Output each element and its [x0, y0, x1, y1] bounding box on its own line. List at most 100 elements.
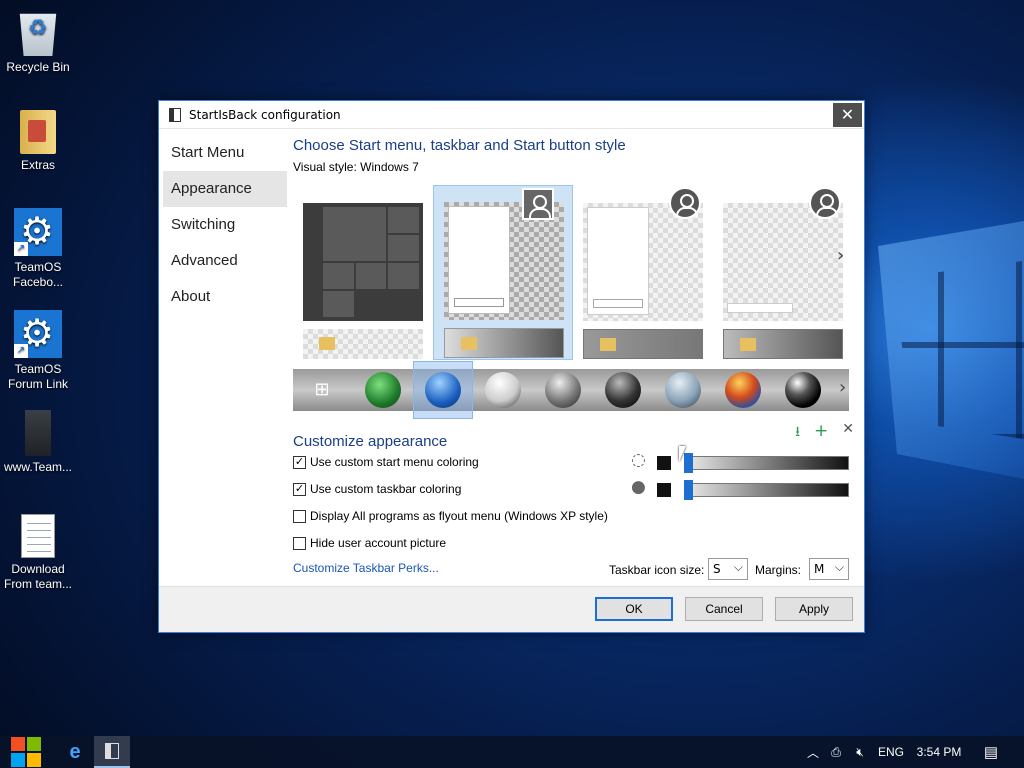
folder-icon: [461, 337, 477, 350]
start-button-option-vista[interactable]: [725, 372, 761, 408]
option-label: Hide user account picture: [310, 536, 447, 550]
start-button-option-black[interactable]: [605, 372, 641, 408]
close-button[interactable]: ✕: [833, 103, 862, 127]
start-button-option-dark[interactable]: [785, 372, 821, 408]
settings-nav: Start Menu Appearance Switching Advanced…: [163, 135, 287, 315]
recycle-bin-icon: [19, 13, 57, 56]
appearance-panel: Choose Start menu, taskbar and Start but…: [293, 137, 854, 580]
clock[interactable]: 3:54 PM: [912, 736, 966, 768]
option-label: Use custom start menu coloring: [310, 455, 479, 469]
desktop-icon-teamos-facebook[interactable]: ⚙ ↗ TeamOS Facebo...: [0, 208, 76, 290]
taskbar-preview: [723, 329, 843, 359]
ok-button[interactable]: OK: [595, 597, 673, 621]
nav-item-appearance[interactable]: Appearance: [163, 171, 287, 207]
droplet-filled-icon: ●: [631, 477, 646, 497]
user-avatar-icon: [522, 188, 554, 220]
internet-explorer-icon[interactable]: e: [60, 736, 90, 768]
taskbar: e ︿ ⎙ 🔇︎ ENG 3:54 PM ▤: [0, 736, 1024, 768]
option-label: Use custom taskbar coloring: [310, 482, 462, 496]
desktop-icon-label: Extras: [20, 158, 55, 172]
checkbox-unchecked[interactable]: [293, 509, 306, 523]
visual-style-label: Visual style:: [293, 160, 357, 174]
option-label: Display All programs as flyout menu (Win…: [310, 509, 608, 523]
checkbox-checked[interactable]: ✓: [293, 482, 306, 496]
start-button-option-white[interactable]: [485, 372, 521, 408]
customize-taskbar-perks-link[interactable]: Customize Taskbar Perks...: [293, 561, 439, 575]
start-menu-preview: [583, 203, 703, 321]
style-option-vista[interactable]: [573, 187, 713, 362]
gear-shortcut-icon: ⚙ ↗: [14, 208, 62, 256]
option-hide-user-picture[interactable]: Hide user account picture: [293, 536, 446, 550]
apply-button[interactable]: Apply: [775, 597, 853, 621]
folder-icon: [740, 338, 756, 351]
desktop-icon-label: www.Team...: [3, 460, 72, 474]
desktop-icon-teamos-forum-link[interactable]: ⚙ ↗ TeamOS Forum Link: [0, 310, 76, 392]
folder-icon: [20, 110, 56, 154]
taskbar-icon-size-select[interactable]: S: [708, 557, 748, 580]
droplet-outline-icon: ◌: [631, 450, 646, 470]
option-custom-start-menu-coloring[interactable]: ✓ Use custom start menu coloring: [293, 455, 479, 469]
dialog-footer: OK Cancel Apply: [159, 586, 864, 632]
section-heading: Choose Start menu, taskbar and Start but…: [293, 137, 626, 154]
folder-icon: [600, 338, 616, 351]
taskbar-opacity-slider[interactable]: [684, 480, 849, 500]
app-icon: [169, 107, 181, 122]
margins-label: Margins:: [755, 563, 802, 577]
nav-item-switching[interactable]: Switching: [163, 207, 287, 243]
add-icon[interactable]: +: [814, 421, 828, 445]
mouse-cursor-icon: [679, 446, 686, 462]
windows-logo-icon: [11, 737, 41, 767]
desktop-icon-www-team[interactable]: www.Team...: [0, 410, 76, 475]
text-document-icon: [21, 514, 55, 558]
start-menu-color-swatch[interactable]: [657, 456, 671, 470]
show-hidden-icons-chevron-icon[interactable]: ︿: [804, 736, 822, 768]
user-avatar-icon: [669, 187, 701, 219]
network-disconnected-icon[interactable]: ⎙: [826, 736, 846, 768]
taskbar-icon-size-label: Taskbar icon size:: [609, 563, 705, 577]
style-option-windows10[interactable]: [293, 187, 433, 362]
remove-icon[interactable]: ✕: [842, 421, 854, 445]
start-button[interactable]: [0, 736, 52, 768]
folder-icon: [319, 337, 335, 350]
taskbar-preview: [303, 329, 423, 359]
style-option-transparent[interactable]: [713, 187, 853, 362]
option-custom-taskbar-coloring[interactable]: ✓ Use custom taskbar coloring: [293, 482, 461, 496]
desktop-icon-label: TeamOS Facebo...: [12, 260, 64, 289]
taskbar-color-swatch[interactable]: [657, 483, 671, 497]
cancel-button[interactable]: Cancel: [685, 597, 763, 621]
taskbar-app-startisback[interactable]: [94, 736, 130, 768]
skin-tools: ⭳ + ✕: [795, 421, 854, 445]
nav-item-advanced[interactable]: Advanced: [163, 243, 287, 279]
visual-style-value: Windows 7: [360, 160, 419, 174]
action-center-icon[interactable]: ▤: [978, 736, 1004, 768]
start-menu-preview: [723, 203, 843, 321]
checkbox-checked[interactable]: ✓: [293, 455, 306, 469]
user-avatar-icon: [809, 187, 841, 219]
slider-thumb[interactable]: [684, 480, 693, 500]
desktop-icon-download[interactable]: Download From team...: [0, 514, 76, 592]
start-button-option-win7[interactable]: [425, 372, 461, 408]
taskbar-preview: [583, 329, 703, 359]
desktop-icon-recycle-bin[interactable]: Recycle Bin: [0, 8, 76, 75]
dialog-titlebar[interactable]: StartIsBack configuration: [159, 101, 864, 129]
desktop-icon-extras[interactable]: Extras: [0, 110, 76, 173]
style-option-windows7[interactable]: [433, 185, 573, 360]
start-menu-preview: [303, 203, 423, 321]
start-menu-opacity-slider[interactable]: [684, 453, 849, 473]
start-button-option-win10[interactable]: ⊞: [307, 375, 337, 405]
visual-style-row: Visual style: Windows 7: [293, 160, 854, 174]
input-language[interactable]: ENG: [874, 736, 908, 768]
checkbox-unchecked[interactable]: [293, 536, 306, 550]
customize-heading: Customize appearance: [293, 433, 448, 450]
margins-select[interactable]: M: [809, 557, 849, 580]
start-button-option-glass[interactable]: [665, 372, 701, 408]
download-icon[interactable]: ⭳: [795, 421, 800, 445]
start-button-option-silver[interactable]: [545, 372, 581, 408]
next-buttons-chevron-icon[interactable]: ›: [839, 377, 846, 398]
next-styles-chevron-icon[interactable]: ›: [837, 245, 844, 266]
nav-item-start-menu[interactable]: Start Menu: [163, 135, 287, 171]
start-button-option-clover[interactable]: [365, 372, 401, 408]
volume-muted-icon[interactable]: 🔇︎: [850, 736, 870, 768]
nav-item-about[interactable]: About: [163, 279, 287, 315]
option-flyout-all-programs[interactable]: Display All programs as flyout menu (Win…: [293, 509, 608, 523]
